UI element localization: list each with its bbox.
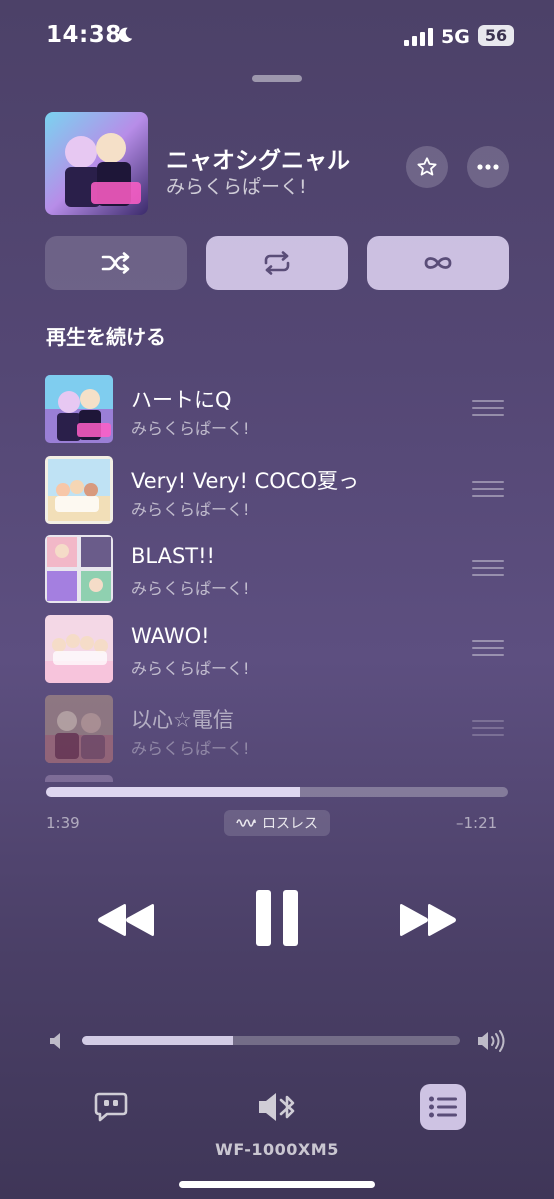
reorder-handle[interactable] [472,560,504,576]
moon-icon [118,27,133,43]
queue-item[interactable]: 以心☆電信 みらくらぱーく! [0,692,554,772]
queue-item-artist: みらくらぱーく! [131,500,250,519]
queue-item-artist: みらくらぱーく! [131,659,250,678]
lossless-icon [236,819,256,827]
reorder-handle[interactable] [472,400,504,416]
queue-item-title: BLAST!! [131,544,215,568]
queue-item-artwork [45,615,113,683]
pause-button[interactable] [250,885,304,951]
home-indicator[interactable] [179,1181,375,1188]
lyrics-button[interactable] [92,1090,130,1124]
queue-item-artwork [45,775,113,782]
repeat-button[interactable] [206,236,348,290]
shuffle-button[interactable] [45,236,187,290]
queue-item-artist: みらくらぱーく! [131,739,250,758]
star-icon [417,157,437,176]
more-button[interactable] [467,146,509,188]
queue-list-icon [429,1096,457,1118]
signal-icon [404,28,433,46]
reorder-handle[interactable] [472,481,504,497]
queue-button[interactable] [420,1084,466,1130]
now-playing-artist[interactable]: みらくらぱーく! [166,172,307,199]
network-type: 5G [441,26,470,48]
bluetooth-speaker-icon [259,1093,295,1121]
volume-fill [82,1036,234,1045]
queue-item-title: ハートにQ [131,388,232,412]
next-button[interactable] [396,895,460,945]
reorder-handle[interactable] [472,640,504,656]
progress-fill [46,787,301,797]
now-playing-title: ニャオシグニャル [166,148,350,174]
now-playing-artwork [45,112,148,215]
queue-item-title: 以心☆電信 [131,708,234,732]
pause-icon [256,890,298,946]
autoplay-button[interactable] [367,236,509,290]
queue-item[interactable]: ハートにQ みらくらぱーく! [0,372,554,452]
sheet-grabber[interactable] [252,75,302,82]
forward-icon [400,904,456,936]
status-time: 14:38 [46,22,122,48]
lossless-badge[interactable]: ロスレス [224,810,330,836]
queue-item-partial [0,772,554,782]
volume-high-icon [478,1030,505,1052]
shuffle-icon [101,252,130,274]
reorder-handle[interactable] [472,720,504,736]
queue-item-artwork [45,456,113,524]
lossless-label: ロスレス [262,816,318,832]
queue-item-artwork [45,695,113,763]
infinity-icon [424,257,452,269]
backward-icon [98,904,154,936]
favorite-button[interactable] [406,146,448,188]
output-device-label: WF-1000XM5 [215,1140,339,1159]
output-device-button[interactable] [256,1090,300,1124]
queue-item[interactable]: BLAST!! みらくらぱーく! [0,532,554,612]
queue-item-title: WAWO! [131,624,210,648]
repeat-icon [264,251,290,275]
elapsed-time: 1:39 [46,814,80,832]
volume-slider[interactable] [82,1036,460,1045]
queue-item-title: Very! Very! COCO夏っ [131,469,360,493]
more-icon [477,164,499,170]
queue-item-artwork [45,535,113,603]
queue-item[interactable]: WAWO! みらくらぱーく! [0,612,554,692]
queue-item-artwork [45,375,113,443]
queue-item-artist: みらくらぱーく! [131,419,250,438]
previous-button[interactable] [94,895,158,945]
volume-low-icon [50,1033,60,1049]
queue-list[interactable]: ハートにQ みらくらぱーく! Very! Very! COCO夏っ みらくらぱー… [0,372,554,782]
progress-slider[interactable] [46,787,508,797]
remaining-time: –1:21 [456,814,498,832]
battery-indicator: 56 [478,25,514,46]
queue-item-artist: みらくらぱーく! [131,579,250,598]
queue-item[interactable]: Very! Very! COCO夏っ みらくらぱーく! [0,453,554,533]
lyrics-icon [94,1092,128,1122]
section-title: 再生を続ける [46,325,166,349]
